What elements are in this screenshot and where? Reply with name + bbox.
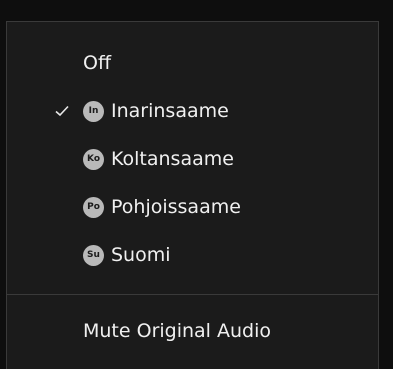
menu-item-label: Koltansaame	[111, 148, 234, 170]
menu-item-koltansaame[interactable]: Ko Koltansaame	[7, 139, 393, 179]
menu-item-suomi[interactable]: Su Suomi	[7, 235, 393, 275]
language-badge-icon: In	[83, 100, 104, 122]
menu-item-label: Pohjoissaame	[111, 196, 241, 218]
language-badge-icon: Ko	[83, 148, 104, 170]
menu-divider	[7, 294, 378, 295]
language-badge-icon: Su	[83, 244, 104, 266]
menu-item-off[interactable]: Off	[7, 43, 393, 83]
menu-item-mute-original-audio[interactable]: Mute Original Audio	[7, 311, 393, 351]
check-icon	[55, 105, 69, 117]
menu-item-off-label: Off	[83, 52, 112, 74]
menu-item-pohjoissaame[interactable]: Po Pohjoissaame	[7, 187, 393, 227]
menu-item-inarinsaame[interactable]: In Inarinsaame	[7, 91, 393, 131]
menu-item-label: Suomi	[111, 244, 171, 266]
menu-item-label: Inarinsaame	[111, 100, 229, 122]
menu-item-mute-label: Mute Original Audio	[83, 320, 272, 342]
language-badge-icon: Po	[83, 196, 104, 218]
interpretation-language-menu: Off In Inarinsaame Ko Koltansaame Po Poh…	[6, 21, 379, 369]
